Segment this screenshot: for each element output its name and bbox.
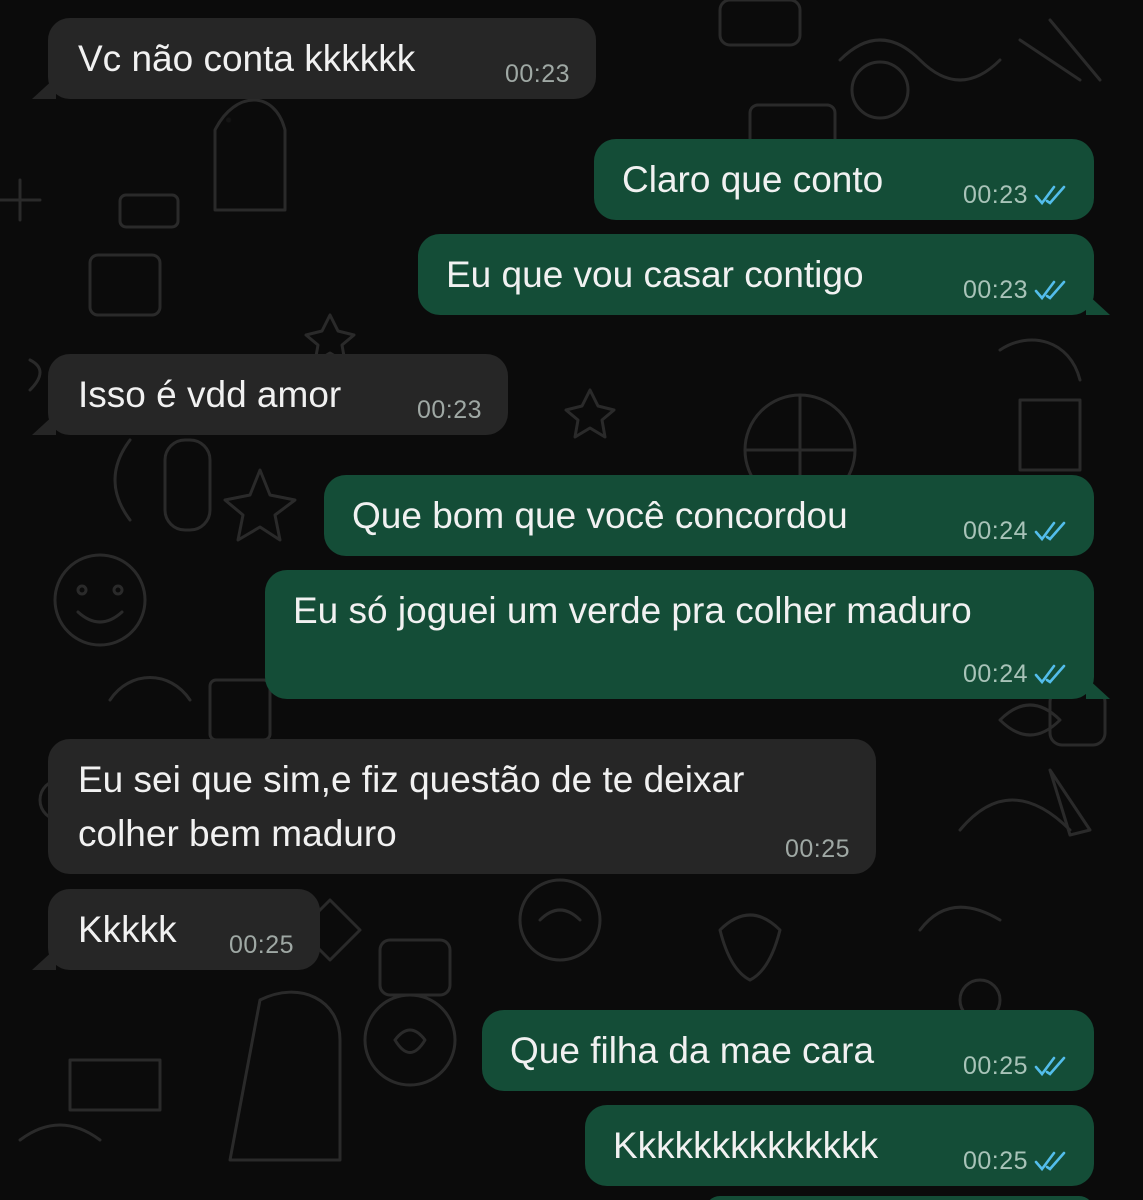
message-meta: 00:25 <box>785 834 850 864</box>
message-text: Que bom que você concordou <box>352 495 848 536</box>
message-time: 00:25 <box>784 835 850 863</box>
message-time: 00:24 <box>962 660 1028 688</box>
message-text: Que filha da mae cara <box>510 1030 875 1071</box>
read-double-check-icon <box>1034 185 1066 206</box>
read-double-check-icon <box>1034 1056 1066 1077</box>
message-meta: 00:24 <box>963 659 1068 689</box>
message-bubble-incoming[interactable]: Eu sei que sim,e fiz questão de te deixa… <box>48 739 876 874</box>
message-text-line-1: Eu sei que sim,e fiz questão de te deixa… <box>78 759 745 800</box>
message-text-line-2: colher bem maduro <box>78 813 397 854</box>
message-meta: 00:23 <box>963 275 1068 305</box>
read-double-check-icon <box>1034 280 1066 301</box>
message-bubble-incoming[interactable]: Isso é vdd amor 00:23 <box>32 354 508 435</box>
message-meta: 00:24 <box>963 516 1068 546</box>
message-bubble-outgoing[interactable]: Eu que vou casar contigo 00:23 <box>418 234 1110 315</box>
message-text: Isso é vdd amor <box>78 374 342 415</box>
read-double-check-icon <box>1034 664 1066 685</box>
message-text: Eu só joguei um verde pra colher maduro <box>293 590 972 631</box>
message-meta: 00:25 <box>229 930 294 960</box>
message-bubble-outgoing[interactable]: Que bom que você concordou 00:24 <box>324 475 1094 556</box>
message-bubble-incoming[interactable]: Vc não conta kkkkkk 00:23 <box>32 18 596 99</box>
message-time: 00:25 <box>962 1052 1028 1080</box>
message-time: 00:25 <box>962 1147 1028 1175</box>
message-bubble-outgoing[interactable]: Claro que conto 00:23 <box>594 139 1094 220</box>
message-text: Eu que vou casar contigo <box>446 254 864 295</box>
message-time: 00:23 <box>504 60 570 88</box>
message-text: Claro que conto <box>622 159 884 200</box>
read-double-check-icon <box>1034 521 1066 542</box>
message-bubble-outgoing[interactable]: Eu só joguei um verde pra colher maduro … <box>265 570 1110 699</box>
message-meta: 00:23 <box>505 59 570 89</box>
read-double-check-icon <box>1034 1151 1066 1172</box>
message-bubble-outgoing[interactable]: Kkkkkkkkkkkkkk 00:25 <box>585 1105 1094 1186</box>
message-time: 00:24 <box>962 517 1028 545</box>
message-time: 00:23 <box>962 181 1028 209</box>
message-time: 00:23 <box>416 396 482 424</box>
message-meta: 00:23 <box>417 395 482 425</box>
message-bubble-outgoing[interactable]: Que filha da mae cara 00:25 <box>482 1010 1094 1091</box>
message-meta: 00:23 <box>963 180 1068 210</box>
message-meta: 00:25 <box>963 1051 1068 1081</box>
message-meta: 00:25 <box>963 1146 1068 1176</box>
chat-view[interactable]: Vc não conta kkkkkk 00:23 Claro que cont… <box>0 0 1143 1200</box>
message-time: 00:25 <box>228 931 294 959</box>
message-text: Kkkkkkkkkkkkkk <box>613 1125 879 1166</box>
message-bubble-outgoing-partial[interactable] <box>705 1196 1094 1200</box>
message-text: Vc não conta kkkkkk <box>78 38 416 79</box>
message-time: 00:23 <box>962 276 1028 304</box>
message-bubble-incoming[interactable]: Kkkkk 00:25 <box>32 889 320 970</box>
message-text: Kkkkk <box>78 909 177 950</box>
